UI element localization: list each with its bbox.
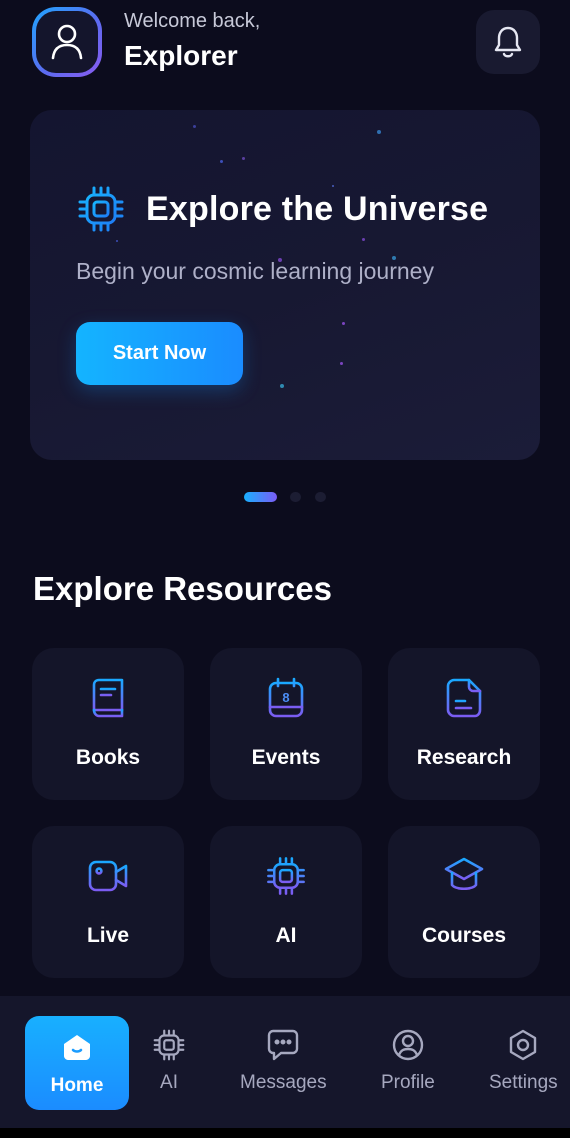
resource-tile-events[interactable]: 8 Events: [210, 648, 362, 800]
resource-tile-courses[interactable]: Courses: [388, 826, 540, 978]
message-icon: [268, 1029, 299, 1061]
nav-item-ai[interactable]: AI: [152, 1028, 186, 1094]
carousel-dot[interactable]: [315, 492, 326, 502]
welcome-text: Welcome back,: [124, 10, 261, 32]
avatar[interactable]: [32, 7, 102, 77]
section-title: Explore Resources: [33, 570, 332, 607]
nav-item-profile[interactable]: Profile: [381, 1028, 435, 1094]
nav-item-settings[interactable]: Settings: [489, 1028, 558, 1094]
tile-label: Books: [75, 746, 141, 769]
hero-banner: Explore the Universe Begin your cosmic l…: [30, 110, 540, 460]
nav-label: Messages: [240, 1072, 327, 1093]
video-camera-icon: [88, 860, 128, 892]
start-now-button[interactable]: Start Now: [76, 322, 243, 385]
nav-item-messages[interactable]: Messages: [240, 1028, 327, 1094]
home-icon: [64, 1035, 90, 1060]
calendar-day: 8: [282, 690, 289, 705]
home-screen: Welcome back, Explorer Explore the Unive…: [0, 0, 570, 1138]
book-icon: [92, 678, 124, 718]
chip-icon: [78, 186, 124, 232]
bell-icon: [494, 26, 522, 58]
resource-tile-books[interactable]: Books: [32, 648, 184, 800]
tile-label: Live: [86, 924, 130, 947]
tile-label: Courses: [421, 924, 507, 947]
resource-tile-ai[interactable]: AI: [210, 826, 362, 978]
tile-label: Research: [416, 746, 512, 769]
nav-label: AI: [160, 1072, 178, 1093]
document-icon: [446, 678, 482, 718]
graduation-cap-icon: [444, 857, 484, 891]
system-bar: [0, 1128, 570, 1138]
nav-label: Profile: [381, 1072, 435, 1093]
chip-icon: [153, 1029, 185, 1061]
resource-tile-live[interactable]: Live: [32, 826, 184, 978]
notification-button[interactable]: [476, 10, 540, 74]
profile-icon: [392, 1029, 424, 1061]
nav-item-home[interactable]: Home: [25, 1016, 129, 1110]
resource-tile-research[interactable]: Research: [388, 648, 540, 800]
calendar-icon: 8: [268, 677, 304, 718]
hero-title: Explore the Universe: [146, 189, 489, 228]
nav-label: Settings: [489, 1072, 558, 1093]
hero-subtitle: Begin your cosmic learning journey: [76, 258, 434, 284]
nav-label: Home: [50, 1075, 104, 1096]
settings-icon: [510, 1029, 537, 1061]
chip-icon: [267, 857, 305, 895]
user-icon: [51, 24, 83, 60]
carousel-dot-active[interactable]: [244, 492, 277, 502]
tile-label: Events: [251, 746, 321, 769]
username: Explorer: [124, 40, 238, 71]
carousel-dot[interactable]: [290, 492, 301, 502]
tile-label: AI: [275, 924, 297, 947]
